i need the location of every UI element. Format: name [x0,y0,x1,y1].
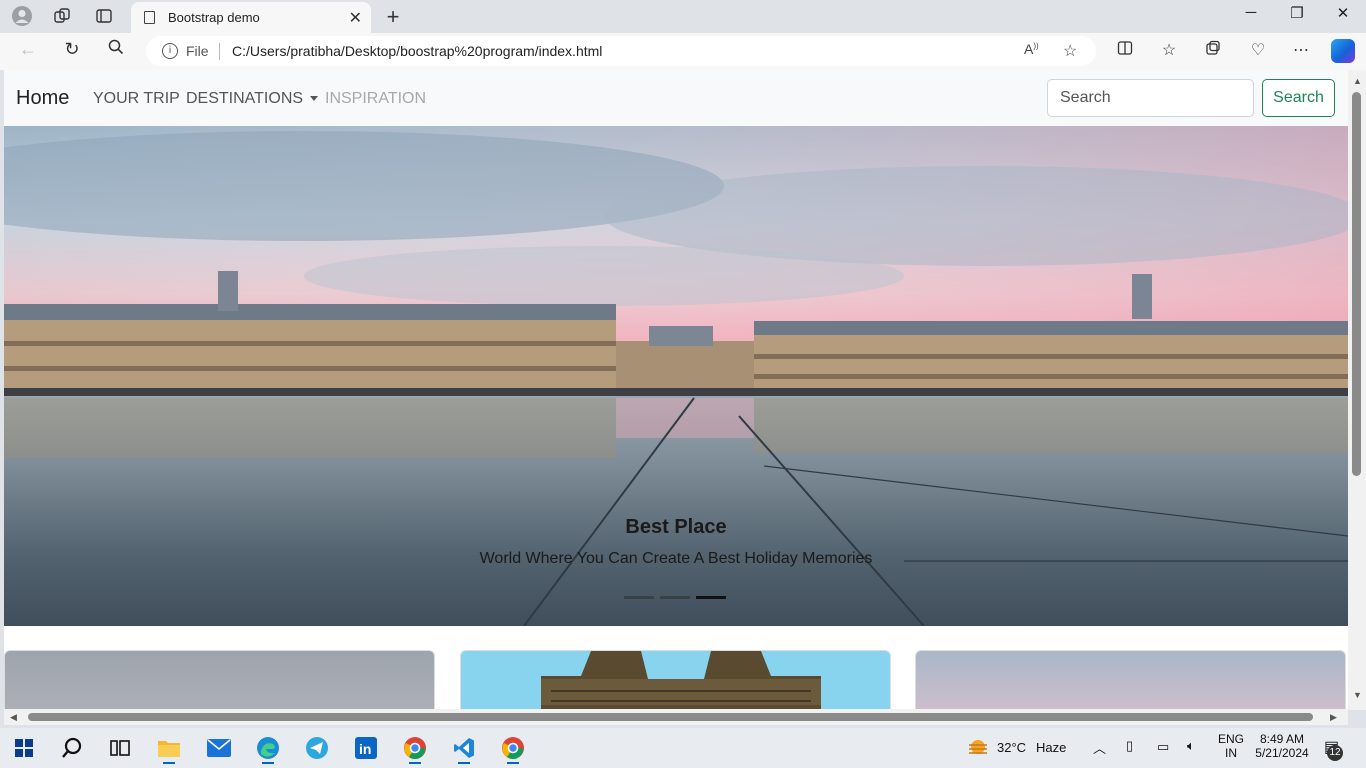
new-tab-icon[interactable]: + [382,4,404,30]
task-view-icon[interactable] [102,732,138,764]
device-icon[interactable]: ▯ [1126,738,1133,754]
site-info-icon[interactable]: i [162,43,178,59]
chrome-icon[interactable] [495,732,531,764]
browser-toolbar: ← ↻ i File C:/Users/pratibha/Desktop/boo… [0,33,1366,70]
tab-actions-icon[interactable] [92,5,116,27]
favorites-icon[interactable]: ☆ [1156,40,1182,60]
carousel-indicator[interactable] [660,596,690,599]
telegram-icon[interactable] [299,732,335,764]
url-text[interactable]: C:/Users/pratibha/Desktop/boostrap%20pro… [232,43,602,59]
close-tab-icon[interactable]: ✕ [349,8,362,28]
weather-haze-icon[interactable] [960,732,996,764]
search-input[interactable] [1047,79,1254,117]
navbar: Home YOUR TRIP DESTINATIONS INSPIRATION … [4,70,1348,126]
address-bar[interactable]: i File C:/Users/pratibha/Desktop/boostra… [146,36,1096,66]
scroll-down-icon[interactable]: ▼ [1353,690,1362,700]
windows-start-icon[interactable] [6,732,42,764]
clock[interactable]: 8:49 AM 5/21/2024 [1252,732,1312,760]
carousel-indicator-active[interactable] [696,596,726,599]
browser-essentials-icon[interactable]: ♡ [1245,40,1271,60]
read-aloud-icon[interactable]: A)) [1024,41,1039,57]
vertical-scroll-thumb[interactable] [1352,92,1361,476]
restore-icon[interactable]: ❐ [1283,4,1311,28]
carousel-caption-text: World Where You Can Create A Best Holida… [479,550,873,567]
weather-condition[interactable]: Haze [1036,740,1066,755]
close-window-icon[interactable]: ✕ [1329,4,1357,28]
card-image-3[interactable] [915,650,1346,710]
card-image-2[interactable] [460,650,891,710]
tab-title: Bootstrap demo [168,10,260,25]
profile-icon[interactable] [10,5,34,27]
windows-taskbar: in 32°C Haze ︿ ▯ ▭ 🔈︎ ENG IN 8:49 AM 5/2… [0,728,1366,768]
show-hidden-icons-icon[interactable]: ︿ [1093,738,1106,757]
file-explorer-icon[interactable] [151,732,187,764]
browser-tab[interactable]: Bootstrap demo ✕ [131,2,371,33]
clock-date: 5/21/2024 [1255,746,1309,760]
nav-link-your-trip[interactable]: YOUR TRIP [93,90,180,108]
file-label: File [186,43,209,59]
search-icon[interactable] [103,39,129,63]
address-divider [219,43,220,60]
back-icon[interactable]: ← [15,39,41,63]
mail-icon[interactable] [201,732,237,764]
carousel-indicators [624,596,726,599]
running-indicator [507,762,519,764]
notification-count-badge: 12 [1327,745,1343,761]
running-indicator [458,762,470,764]
minimize-icon[interactable]: ─ [1237,4,1265,28]
svg-text:in: in [359,741,371,757]
collections-icon[interactable] [1200,40,1226,61]
edge-browser-icon[interactable] [250,732,286,764]
card-image-1[interactable] [4,650,435,710]
linkedin-icon[interactable]: in [348,732,384,764]
nav-dropdown-label: DESTINATIONS [186,90,304,107]
browser-tab-strip: Bootstrap demo ✕ + ─ ❐ ✕ [0,0,1366,33]
running-indicator [409,762,421,764]
carousel: Best Place World Where You Can Create A … [4,126,1348,626]
split-screen-icon[interactable] [1112,40,1138,61]
favorite-star-icon[interactable]: ☆ [1063,41,1077,61]
taskbar-search-icon[interactable] [54,732,90,764]
carousel-caption-title: Best Place [625,516,727,538]
horizontal-scrollbar[interactable]: ◀ ▶ [4,709,1348,725]
caret-down-icon [310,96,319,102]
vertical-scrollbar[interactable]: ▲ ▼ [1348,70,1366,710]
more-menu-icon[interactable]: ⋯ [1288,40,1314,60]
clock-time: 8:49 AM [1259,732,1305,746]
search-button[interactable]: Search [1262,79,1335,117]
page-viewport: Home YOUR TRIP DESTINATIONS INSPIRATION … [4,70,1348,710]
running-indicator [163,762,175,764]
copilot-icon[interactable] [1331,39,1355,63]
eiffel-tower-image [541,651,821,710]
scroll-up-icon[interactable]: ▲ [1353,76,1362,86]
horizontal-scroll-thumb[interactable] [28,713,1313,721]
running-indicator [262,762,274,764]
carousel-indicator[interactable] [624,596,654,599]
language-line1: ENG [1217,732,1244,746]
page-icon [144,11,155,24]
weather-temperature[interactable]: 32°C [997,740,1026,755]
language-line2: IN [1225,746,1237,760]
workspaces-icon[interactable] [50,5,74,27]
vscode-icon[interactable] [446,732,482,764]
chrome-profile-icon[interactable] [397,732,433,764]
refresh-icon[interactable]: ↻ [59,39,85,63]
scroll-left-icon[interactable]: ◀ [10,712,17,723]
scroll-right-icon[interactable]: ▶ [1330,712,1337,723]
language-indicator[interactable]: ENG IN [1214,732,1248,760]
battery-icon[interactable]: ▭ [1157,739,1169,755]
nav-dropdown-destinations[interactable]: DESTINATIONS [186,90,319,108]
navbar-brand[interactable]: Home [16,87,69,110]
nav-link-inspiration: INSPIRATION [325,90,427,107]
volume-icon[interactable]: 🔈︎ [1187,738,1195,754]
